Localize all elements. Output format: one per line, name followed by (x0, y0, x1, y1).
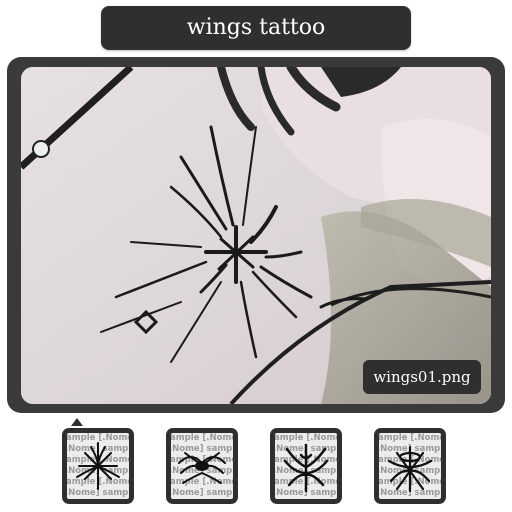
thumbnail-gallery: sample [.Nome] sample[.Nome] sample [.No… (0, 424, 512, 512)
wings-design-1-icon (76, 442, 120, 490)
thumbnail-1[interactable]: sample [.Nome] sample[.Nome] sample [.No… (62, 428, 134, 504)
tattoo-preview-icon (21, 67, 491, 404)
page-title: wings tattoo (101, 6, 411, 50)
preview-frame: wings01.png (7, 57, 505, 413)
tattoo-preview-image: wings01.png (21, 67, 491, 404)
wings-design-4-icon (387, 445, 433, 493)
wings-design-2-icon (178, 452, 226, 484)
thumbnail-2[interactable]: sample [.Nome] sample[.Nome] sample [.No… (166, 428, 238, 504)
thumbnail-4[interactable]: sample [.Nome] sample[.Nome] sample [.No… (374, 428, 446, 504)
filename-label: wings01.png (363, 360, 481, 394)
thumbnail-3[interactable]: sample [.Nome] sample[.Nome] sample [.No… (270, 428, 342, 504)
wings-design-3-icon (283, 443, 329, 493)
